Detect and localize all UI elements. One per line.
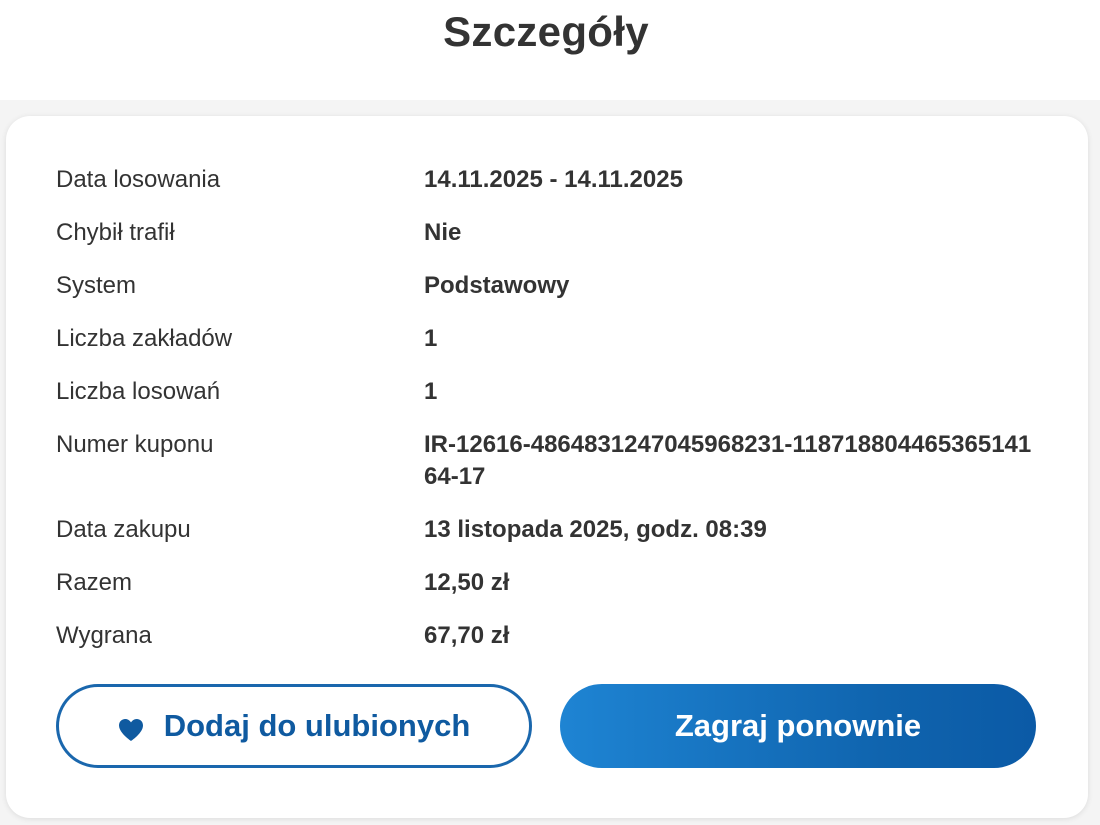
detail-value: Podstawowy	[424, 272, 570, 299]
detail-row-total: Razem 12,50 zł	[56, 567, 1056, 599]
page-title: Szczegóły	[443, 8, 649, 55]
add-to-favorites-button[interactable]: Dodaj do ulubionych	[56, 684, 532, 768]
detail-value: 12,50 zł	[424, 569, 510, 596]
detail-value: Nie	[424, 219, 462, 246]
detail-row-bets-count: Liczba zakładów 1	[56, 323, 1056, 355]
detail-row-draws-count: Liczba losowań 1	[56, 376, 1056, 408]
detail-value: 1	[424, 325, 438, 352]
detail-label: Numer kuponu	[56, 431, 214, 458]
detail-row-quick-pick: Chybił trafił Nie	[56, 217, 1056, 249]
detail-label: Data losowania	[56, 166, 221, 193]
detail-label: Razem	[56, 569, 133, 596]
detail-value: 14.11.2025 - 14.11.2025	[424, 166, 683, 193]
detail-value: 13 listopada 2025, godz. 08:39	[424, 516, 767, 543]
page: Szczegóły Data losowania 14.11.2025 - 14…	[0, 0, 1100, 825]
heart-icon	[118, 714, 144, 741]
detail-row-system: System Podstawowy	[56, 270, 1056, 302]
detail-label: Liczba zakładów	[56, 325, 233, 352]
detail-label: Chybił trafił	[56, 219, 175, 246]
detail-label: Data zakupu	[56, 516, 191, 543]
detail-value: 1	[424, 378, 438, 405]
detail-row-draw-date: Data losowania 14.11.2025 - 14.11.2025	[56, 164, 1056, 196]
detail-value: IR-12616-4864831247045968231-11871880446…	[424, 431, 1032, 490]
details-list: Data losowania 14.11.2025 - 14.11.2025 C…	[56, 164, 1056, 673]
detail-label: Liczba losowań	[56, 378, 221, 405]
detail-row-coupon-number: Numer kuponu IR-12616-486483124704596823…	[56, 429, 1056, 493]
detail-value: 67,70 zł	[424, 622, 510, 649]
play-again-button[interactable]: Zagraj ponownie	[560, 684, 1036, 768]
add-to-favorites-label: Dodaj do ulubionych	[163, 708, 471, 743]
detail-row-winnings: Wygrana 67,70 zł	[56, 620, 1056, 652]
action-buttons: Dodaj do ulubionych Zagraj ponownie	[56, 684, 1036, 768]
detail-label: Wygrana	[56, 622, 152, 649]
play-again-label: Zagraj ponownie	[674, 708, 922, 743]
detail-row-purchase-date: Data zakupu 13 listopada 2025, godz. 08:…	[56, 514, 1056, 546]
detail-label: System	[56, 272, 137, 299]
details-card: Data losowania 14.11.2025 - 14.11.2025 C…	[6, 116, 1088, 818]
